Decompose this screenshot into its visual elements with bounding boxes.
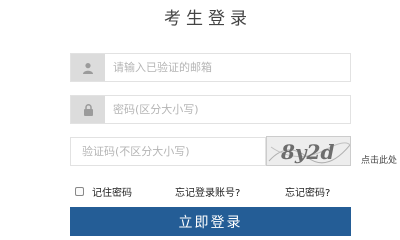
remember-password-checkbox[interactable]: 记住密码: [75, 184, 132, 199]
captcha-input[interactable]: [70, 137, 266, 166]
user-icon: [71, 54, 105, 81]
remember-password-label: 记住密码: [92, 187, 132, 199]
email-input[interactable]: [113, 54, 343, 81]
forgot-password-link[interactable]: 忘记密码?: [285, 184, 330, 199]
captcha-image[interactable]: 8y2d: [266, 136, 351, 166]
email-field-row: [70, 53, 351, 82]
captcha-text: 8y2d: [280, 140, 334, 164]
checkbox-box[interactable]: [75, 186, 84, 196]
password-input[interactable]: [113, 96, 343, 123]
page-title: 考生登录: [164, 9, 252, 29]
forgot-account-link[interactable]: 忘记登录账号?: [175, 184, 240, 199]
password-field-row: [70, 95, 351, 124]
login-button[interactable]: 立即登录: [70, 207, 351, 236]
lock-icon: [71, 96, 105, 123]
refresh-captcha-link[interactable]: 点击此处: [361, 153, 397, 166]
